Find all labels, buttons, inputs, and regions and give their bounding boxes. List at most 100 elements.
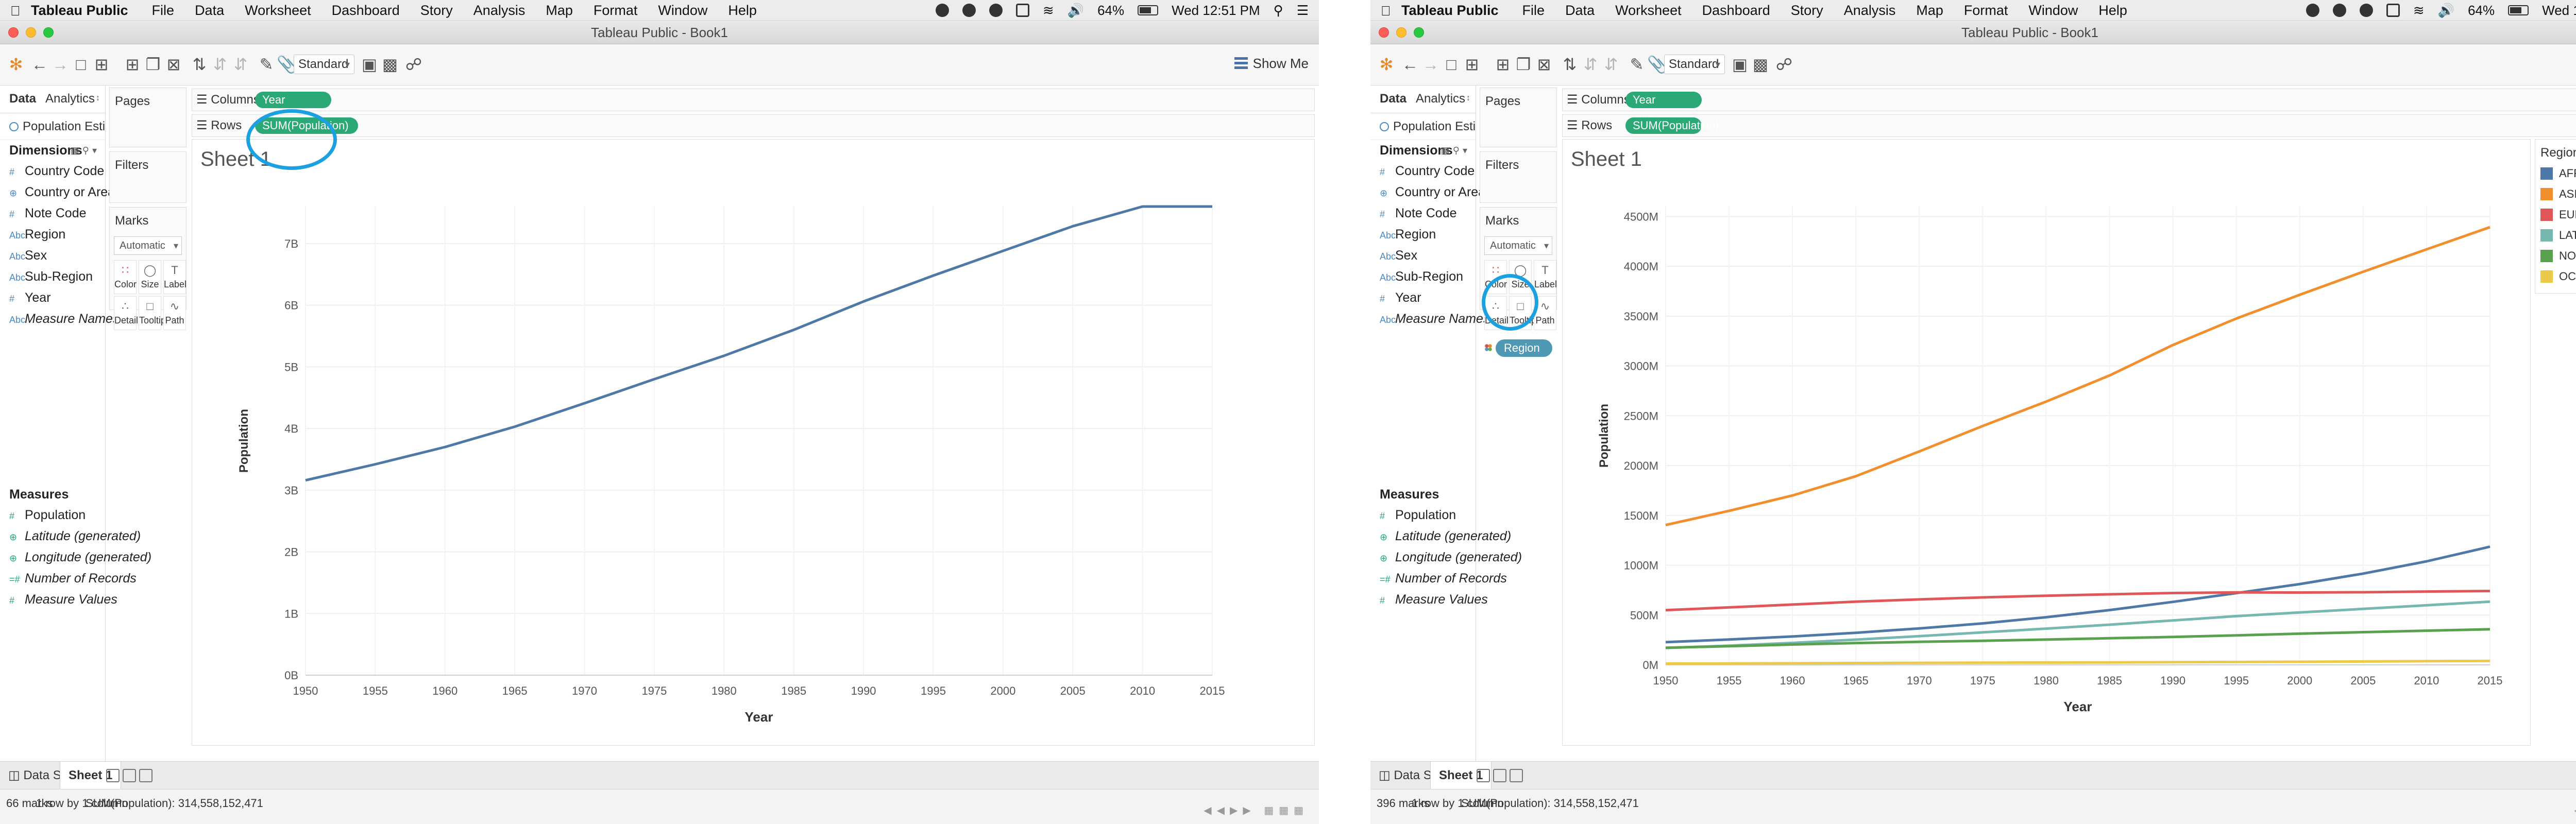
menu-worksheet[interactable]: Worksheet [245, 3, 311, 19]
new-worksheet-icon[interactable] [106, 769, 120, 782]
legend-item[interactable]: NORTHERN AMERICA [2535, 246, 2576, 266]
menu-window[interactable]: Window [2028, 3, 2078, 19]
new-story-icon[interactable] [139, 769, 152, 782]
field-region[interactable]: AbcRegion [0, 224, 105, 245]
field-sub-region[interactable]: AbcSub-Region [1370, 266, 1476, 287]
field-latitude[interactable]: ⊕ Latitude (generated) [0, 526, 141, 547]
fit-select[interactable]: Standard ▾ [1664, 55, 1725, 74]
field-sex[interactable]: AbcSex [1370, 245, 1476, 266]
path-button[interactable]: ∿ Path [163, 296, 186, 330]
size-button[interactable]: ◯ Size [139, 260, 161, 294]
battery-icon[interactable] [1138, 5, 1159, 15]
search-icon[interactable]: ⚲ [1274, 3, 1283, 19]
field-region[interactable]: AbcRegion [1370, 224, 1476, 245]
pages-card[interactable]: Pages [1480, 88, 1557, 147]
legend-item[interactable]: EUROPE [2535, 204, 2576, 225]
label-button[interactable]: T Label [163, 260, 187, 294]
sort-asc-icon[interactable]: ⇵ [211, 55, 229, 74]
field-year[interactable]: # Year [0, 287, 105, 308]
detail-button[interactable]: ∴ Detail [114, 296, 138, 330]
menu-dashboard[interactable]: Dashboard [332, 3, 400, 19]
dimensions-tools[interactable]: ▦⚲▾ [71, 140, 100, 161]
field-note-code[interactable]: # Note Code [1370, 203, 1476, 224]
minimize-window-button[interactable] [26, 27, 36, 38]
clear-sheet-icon[interactable]: ⊠ [1535, 55, 1553, 74]
region-color-pill[interactable]: Region [1484, 339, 1552, 357]
share-icon[interactable]: ☍ [1775, 55, 1793, 74]
field-number-of-records[interactable]: =# Number of Records [1370, 568, 1507, 589]
menu-file[interactable]: File [1522, 3, 1545, 19]
show-labels-icon[interactable]: ▣ [1731, 55, 1749, 74]
dimensions-tools[interactable]: ▦⚲▾ [1441, 140, 1470, 161]
new-sheet-icon[interactable]: ⊞ [1494, 55, 1512, 74]
status-app-icon[interactable] [2359, 4, 2373, 17]
tab-data[interactable]: Data [1380, 92, 1406, 106]
legend-item[interactable]: OCEANIA [2535, 266, 2576, 287]
apple-icon[interactable]:  [1381, 3, 1391, 19]
field-country-or-area[interactable]: ⊕ Country or Area [0, 182, 115, 203]
field-measure-values[interactable]: # Measure Values [1370, 589, 1488, 610]
status-app-icon[interactable] [1015, 4, 1029, 17]
field-country-code[interactable]: # Country Code [0, 161, 105, 182]
undo-icon[interactable]: ← [31, 55, 48, 74]
field-measure-values[interactable]: # Measure Values [0, 589, 117, 610]
tooltip-button[interactable]: □ Tooltip [139, 296, 166, 330]
close-window-button[interactable] [8, 27, 19, 38]
swap-icon[interactable]: ⇅ [191, 55, 208, 74]
field-number-of-records[interactable]: =# Number of Records [0, 568, 137, 589]
legend-item[interactable]: LATIN AMERICA AND... [2535, 225, 2576, 246]
presentation-icon[interactable]: ▩ [381, 55, 399, 74]
field-longitude[interactable]: ⊕ Longitude (generated) [0, 547, 151, 568]
menu-app[interactable]: Tableau Public [1401, 3, 1499, 19]
field-latitude[interactable]: ⊕ Latitude (generated) [1370, 526, 1511, 547]
legend-item[interactable]: AFRICA [2535, 163, 2576, 184]
tab-analytics[interactable]: Analytics [1416, 92, 1465, 106]
sum-population-pill[interactable]: SUM(Population) [1625, 117, 1719, 134]
columns-shelf[interactable]: ☰ Columns Year [192, 89, 1315, 111]
mark-type-select[interactable]: Automatic [114, 236, 182, 255]
pages-card[interactable]: Pages [109, 88, 187, 147]
volume-icon[interactable]: 🔊 [2438, 3, 2454, 19]
close-window-button[interactable] [1379, 27, 1389, 38]
menu-worksheet[interactable]: Worksheet [1615, 3, 1682, 19]
clock[interactable]: Wed 12:51 PM [1172, 3, 1260, 19]
rows-shelf[interactable]: ☰ Rows SUM(Population) [1562, 114, 2576, 137]
menu-map[interactable]: Map [1916, 3, 1943, 19]
sort-desc-icon[interactable]: ⇵ [232, 55, 249, 74]
menu-story[interactable]: Story [420, 3, 453, 19]
redo-icon[interactable]: → [1422, 55, 1439, 74]
year-pill[interactable]: Year [1625, 92, 1702, 108]
show-labels-icon[interactable]: ▣ [361, 55, 378, 74]
field-measure-names[interactable]: AbcMeasure Names [0, 308, 119, 330]
view-area[interactable]: Sheet 1 0M 500M 1000M 1500M 2000M 2500M 3000M 3… [1562, 139, 2531, 746]
menu-list-icon[interactable]: ☰ [1297, 3, 1309, 19]
menu-help[interactable]: Help [728, 3, 757, 19]
menu-analysis[interactable]: Analysis [1844, 3, 1896, 19]
menu-analysis[interactable]: Analysis [473, 3, 526, 19]
status-app-icon[interactable] [2306, 4, 2319, 17]
group-icon[interactable]: 📎 [1647, 55, 1668, 74]
new-sheet-icon[interactable]: ⊞ [124, 55, 141, 74]
menu-map[interactable]: Map [546, 3, 573, 19]
status-app-icon[interactable] [989, 4, 1003, 17]
label-button[interactable]: T Label [1534, 260, 1557, 294]
color-button[interactable]: ∷ Color [114, 260, 137, 294]
new-story-icon[interactable] [1510, 769, 1523, 782]
menu-app[interactable]: Tableau Public [31, 3, 128, 19]
wifi-icon[interactable]: ≋ [1043, 3, 1054, 19]
field-sex[interactable]: AbcSex [0, 245, 105, 266]
new-dashboard-icon[interactable] [1493, 769, 1506, 782]
field-note-code[interactable]: # Note Code [0, 203, 105, 224]
field-longitude[interactable]: ⊕ Longitude (generated) [1370, 547, 1522, 568]
new-dashboard-icon[interactable] [123, 769, 136, 782]
field-country-code[interactable]: # Country Code [1370, 161, 1476, 182]
menu-format[interactable]: Format [1964, 3, 2008, 19]
duplicate-sheet-icon[interactable]: ❐ [144, 55, 162, 74]
menu-file[interactable]: File [152, 3, 175, 19]
status-app-icon[interactable] [962, 4, 976, 17]
sort-asc-icon[interactable]: ⇵ [1582, 55, 1599, 74]
zoom-window-button[interactable] [43, 27, 54, 38]
datasource-item[interactable]: Population Estimates (U... [0, 113, 105, 140]
legend-item[interactable]: ASIA [2535, 184, 2576, 204]
apple-icon[interactable]:  [10, 3, 21, 19]
